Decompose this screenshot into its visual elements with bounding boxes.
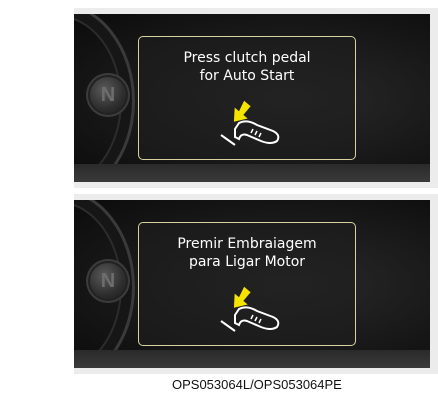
- message-line-2: para Ligar Motor: [188, 254, 306, 270]
- clutch-pedal-press-icon: [220, 100, 280, 146]
- message-box: Premir Embraiagem para Ligar Motor: [138, 222, 356, 346]
- message-box: Press clutch pedal for Auto Start: [138, 36, 356, 160]
- message-text: Premir Embraiagem para Ligar Motor: [139, 235, 355, 271]
- cluster-display: N Premir Embraiagem para Ligar Motor: [74, 200, 430, 368]
- message-line-1: Premir Embraiagem: [177, 236, 317, 252]
- gear-indicator: N: [90, 263, 126, 299]
- arrow-icon: [233, 100, 251, 122]
- arrow-icon: [233, 286, 251, 308]
- message-line-1: Press clutch pedal: [183, 50, 311, 66]
- clutch-pedal-press-icon: [220, 286, 280, 332]
- gear-indicator: N: [90, 77, 126, 113]
- cluster-display: N Press clutch pedal for Auto Start: [74, 14, 430, 182]
- message-text: Press clutch pedal for Auto Start: [139, 49, 355, 85]
- message-line-2: for Auto Start: [199, 68, 295, 84]
- cluster-panel-portuguese: N Premir Embraiagem para Ligar Motor: [74, 194, 438, 374]
- cluster-panel-english: N Press clutch pedal for Auto Start: [74, 8, 438, 188]
- figure-caption: OPS053064L/OPS053064PE: [172, 377, 342, 392]
- display-bottom-strip: [74, 350, 430, 368]
- display-bottom-strip: [74, 164, 430, 182]
